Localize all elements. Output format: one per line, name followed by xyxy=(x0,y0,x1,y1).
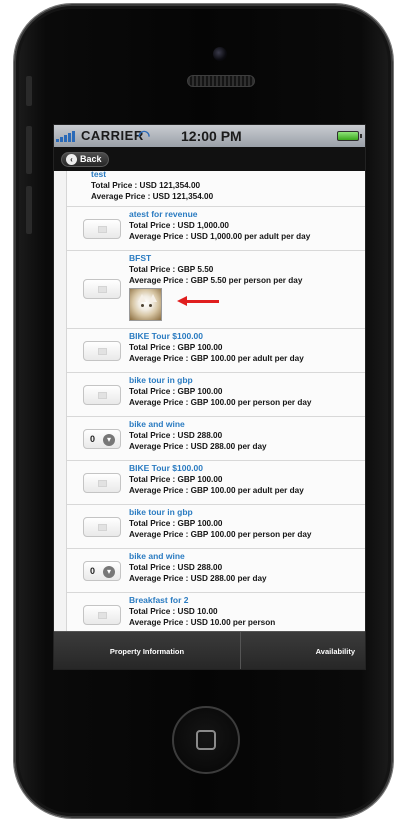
volume-down-button xyxy=(26,186,32,234)
item-name[interactable]: test xyxy=(91,171,365,180)
list-item: BIKE Tour $100.00 Total Price : GBP 100.… xyxy=(67,329,365,373)
item-name[interactable]: bike and wine xyxy=(129,419,365,430)
mute-switch xyxy=(26,76,32,106)
item-average-price: Average Price : USD 10.00 per person xyxy=(129,618,276,627)
item-average-price: Average Price : USD 121,354.00 xyxy=(91,192,214,201)
back-button-label: Back xyxy=(80,154,102,164)
tab-property-information[interactable]: Property Information xyxy=(54,632,241,669)
red-arrow-icon xyxy=(177,296,219,306)
home-square-icon xyxy=(196,730,216,750)
item-average-price: Average Price : GBP 100.00 per person pe… xyxy=(129,530,312,539)
phone-frame: CARRIER ◠ 12:00 PM ‹ Back test Total Pri… xyxy=(14,4,393,818)
item-name[interactable]: bike tour in gbp xyxy=(129,375,365,386)
earpiece-speaker xyxy=(187,75,255,87)
item-total-price: Total Price : GBP 100.00 xyxy=(129,519,223,528)
quantity-select[interactable]: 0 ▾ xyxy=(83,561,121,581)
item-average-price: Average Price : USD 288.00 per day xyxy=(129,442,267,451)
list-item: Breakfast for 2 Total Price : USD 10.00 … xyxy=(67,593,365,631)
list-item: BIKE Tour $100.00 Total Price : GBP 100.… xyxy=(67,461,365,505)
list-item: 0 ▾ bike and wine Total Price : USD 288.… xyxy=(67,417,365,461)
item-average-price: Average Price : GBP 100.00 per adult per… xyxy=(129,354,304,363)
chevron-down-icon: ▾ xyxy=(103,566,115,578)
item-average-price: Average Price : USD 288.00 per day xyxy=(129,574,267,583)
clock: 12:00 PM xyxy=(181,128,242,144)
item-average-price: Average Price : GBP 100.00 per adult per… xyxy=(129,486,304,495)
signal-bars-icon xyxy=(56,130,78,142)
carrier-label: CARRIER xyxy=(81,128,144,143)
list-item: 0 ▾ bike and wine Total Price : USD 288.… xyxy=(67,549,365,593)
wifi-icon: ◠ xyxy=(138,127,151,143)
list-item: BFST Total Price : GBP 5.50 Average Pric… xyxy=(67,251,365,329)
item-name[interactable]: BFST xyxy=(129,253,365,264)
item-name[interactable]: BIKE Tour $100.00 xyxy=(129,463,365,474)
item-average-price: Average Price : GBP 100.00 per person pe… xyxy=(129,398,312,407)
volume-up-button xyxy=(26,126,32,174)
item-total-price: Total Price : USD 10.00 xyxy=(129,607,218,616)
quantity-select[interactable] xyxy=(83,385,121,405)
bottom-tab-bar: Property Information Availability xyxy=(54,631,365,669)
tab-availability[interactable]: Availability xyxy=(241,632,365,669)
quantity-select[interactable] xyxy=(83,605,121,625)
phone-screen: CARRIER ◠ 12:00 PM ‹ Back test Total Pri… xyxy=(53,124,366,670)
front-camera xyxy=(213,47,227,61)
home-button[interactable] xyxy=(172,706,240,774)
quantity-select[interactable] xyxy=(83,473,121,493)
item-total-price: Total Price : USD 288.00 xyxy=(129,563,223,572)
item-total-price: Total Price : GBP 100.00 xyxy=(129,343,223,352)
item-total-price: Total Price : GBP 100.00 xyxy=(129,475,223,484)
item-name[interactable]: Breakfast for 2 xyxy=(129,595,365,606)
chevron-down-icon: ▾ xyxy=(103,434,115,446)
item-name[interactable]: BIKE Tour $100.00 xyxy=(129,331,365,342)
item-total-price: Total Price : USD 121,354.00 xyxy=(91,181,201,190)
list-item: atest for revenue Total Price : USD 1,00… xyxy=(67,207,365,251)
quantity-value: 0 xyxy=(90,434,96,444)
item-total-price: Total Price : GBP 5.50 xyxy=(129,265,214,274)
item-total-price: Total Price : USD 288.00 xyxy=(129,431,223,440)
quantity-select[interactable] xyxy=(83,341,121,361)
add-ons-list-scroll[interactable]: test Total Price : USD 121,354.00 Averag… xyxy=(54,171,365,631)
back-button[interactable]: ‹ Back xyxy=(61,152,109,167)
nav-bar: ‹ Back xyxy=(54,147,365,171)
quantity-select[interactable] xyxy=(83,517,121,537)
quantity-select[interactable] xyxy=(83,219,121,239)
status-bar: CARRIER ◠ 12:00 PM xyxy=(54,125,365,147)
list-item: bike tour in gbp Total Price : GBP 100.0… xyxy=(67,505,365,549)
quantity-select[interactable] xyxy=(83,279,121,299)
quantity-select[interactable]: 0 ▾ xyxy=(83,429,121,449)
list-item: bike tour in gbp Total Price : GBP 100.0… xyxy=(67,373,365,417)
list-item: test Total Price : USD 121,354.00 Averag… xyxy=(67,171,365,207)
item-name[interactable]: bike tour in gbp xyxy=(129,507,365,518)
item-name[interactable]: bike and wine xyxy=(129,551,365,562)
item-average-price: Average Price : GBP 5.50 per person per … xyxy=(129,276,303,285)
item-total-price: Total Price : USD 1,000.00 xyxy=(129,221,229,230)
item-total-price: Total Price : GBP 100.00 xyxy=(129,387,223,396)
chevron-left-icon: ‹ xyxy=(66,154,77,165)
battery-icon xyxy=(337,131,362,141)
item-average-price: Average Price : USD 1,000.00 per adult p… xyxy=(129,232,311,241)
cat-thumbnail-image[interactable] xyxy=(129,288,162,321)
add-ons-list: test Total Price : USD 121,354.00 Averag… xyxy=(66,171,365,631)
item-name[interactable]: atest for revenue xyxy=(129,209,365,220)
quantity-value: 0 xyxy=(90,566,96,576)
